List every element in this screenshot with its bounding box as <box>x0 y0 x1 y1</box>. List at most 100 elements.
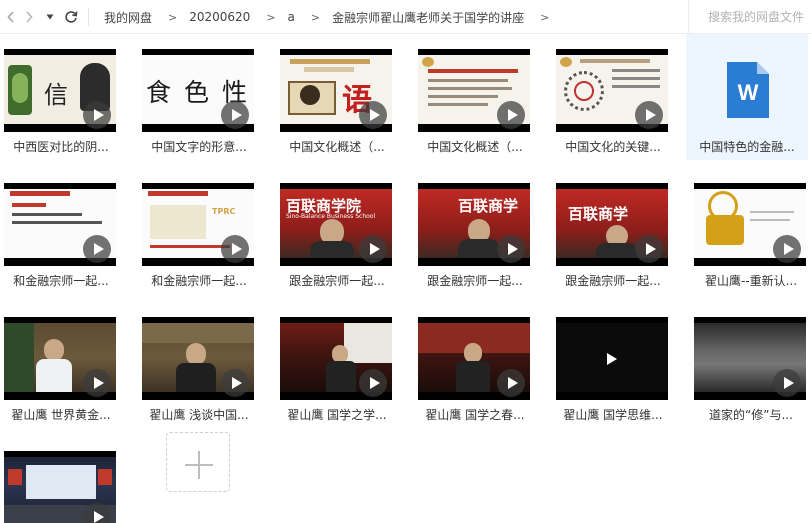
breadcrumb-separator: > <box>266 10 276 24</box>
video-thumbnail <box>556 317 668 400</box>
file-item[interactable]: 翟山鹰--重新认... <box>690 168 811 294</box>
file-item[interactable]: 翟山鹰 浅谈中国... <box>138 302 260 428</box>
play-icon <box>83 101 111 129</box>
back-button[interactable] <box>2 6 20 28</box>
video-thumbnail <box>142 317 254 400</box>
breadcrumb-separator: > <box>168 10 178 24</box>
upload-add-button[interactable] <box>166 432 230 492</box>
play-icon <box>635 101 663 129</box>
file-item[interactable]: 信 中西医对比的阴... <box>0 34 122 160</box>
file-name: 道家的“修”与... <box>709 408 793 422</box>
video-thumbnail <box>694 317 806 400</box>
forward-button[interactable] <box>22 6 36 28</box>
file-item[interactable]: 百联商学 跟金融宗师一起... <box>414 168 536 294</box>
file-item[interactable]: 百联商学 跟金融宗师一起... <box>552 168 674 294</box>
file-item[interactable]: 食 色 性 中国文字的形意... <box>138 34 260 160</box>
play-icon <box>497 369 525 397</box>
file-item[interactable]: 翟山鹰 国学之春... <box>414 302 536 428</box>
caret-down-icon <box>46 14 54 20</box>
toolbar: 我的网盘 > 20200620 > a > 金融宗师翟山鹰老师关于国学的讲座 > <box>0 0 811 34</box>
video-thumbnail <box>280 317 392 400</box>
video-thumbnail: 百联商学 <box>556 183 668 266</box>
thumb-char: 食 <box>146 78 172 107</box>
play-icon <box>497 235 525 263</box>
play-icon <box>359 101 387 129</box>
file-item[interactable]: TPRC 和金融宗师一起... <box>138 168 260 294</box>
toolbar-divider <box>88 8 89 26</box>
file-name: 翟山鹰--重新认... <box>704 274 798 288</box>
thumb-text: TPRC <box>212 207 236 216</box>
word-doc-icon: W <box>725 60 771 120</box>
video-thumbnail: TPRC <box>142 183 254 266</box>
play-icon <box>556 317 668 400</box>
file-name: 跟金融宗师一起... <box>289 274 385 288</box>
doc-letter: W <box>737 80 759 105</box>
thumb-sign: 百联商学 <box>568 205 629 223</box>
breadcrumb-separator: > <box>310 10 321 24</box>
file-item[interactable]: 中国文化的关键... <box>552 34 674 160</box>
file-name: 中国特色的金融... <box>699 140 795 154</box>
file-item[interactable]: 百联商学院 Sino-Balance Business School 跟金融宗师… <box>276 168 398 294</box>
file-name: 翟山鹰 国学之春... <box>425 408 525 422</box>
refresh-icon <box>64 10 78 24</box>
file-name: 中国文化的关键... <box>565 140 661 154</box>
file-item[interactable]: 和金融宗师一起... <box>0 168 122 294</box>
file-item[interactable]: 语 中国文化概述（... <box>276 34 398 160</box>
breadcrumb-item-current[interactable]: 金融宗师翟山鹰老师关于国学的讲座 <box>332 9 524 26</box>
video-thumbnail <box>418 49 530 132</box>
file-item[interactable]: 翟山鹰 世界黄金... <box>0 302 122 428</box>
file-item[interactable] <box>0 436 122 523</box>
video-thumbnail <box>556 49 668 132</box>
breadcrumb-item-date[interactable]: 20200620 <box>189 10 250 24</box>
play-icon <box>221 235 249 263</box>
play-icon <box>221 369 249 397</box>
thumb-char: 色 <box>184 78 210 107</box>
file-name: 中国文字的形意... <box>151 140 247 154</box>
file-name: 翟山鹰 浅谈中国... <box>149 408 249 422</box>
video-thumbnail: 信 <box>4 49 116 132</box>
refresh-button[interactable] <box>62 6 80 28</box>
video-thumbnail: 百联商学院 Sino-Balance Business School <box>280 183 392 266</box>
history-dropdown-button[interactable] <box>44 6 56 28</box>
play-icon <box>83 369 111 397</box>
video-thumbnail: 语 <box>280 49 392 132</box>
video-thumbnail <box>4 183 116 266</box>
breadcrumb-item-a[interactable]: a <box>288 10 295 24</box>
video-thumbnail <box>418 317 530 400</box>
video-thumbnail: 食 色 性 <box>142 49 254 132</box>
file-name: 中西医对比的阴... <box>13 140 109 154</box>
play-icon <box>359 369 387 397</box>
file-name: 翟山鹰 国学之学... <box>287 408 387 422</box>
breadcrumb-item-root[interactable]: 我的网盘 <box>104 9 152 26</box>
video-thumbnail <box>694 183 806 266</box>
file-name: 跟金融宗师一起... <box>427 274 523 288</box>
file-item[interactable]: 中国文化概述（... <box>414 34 536 160</box>
file-name: 翟山鹰 国学思维... <box>563 408 663 422</box>
thumb-char: 信 <box>44 81 68 109</box>
search-input[interactable] <box>706 9 811 25</box>
file-grid: 信 中西医对比的阴... 食 色 性 中国文字的形意... 语 中国文化概述（.… <box>0 34 811 523</box>
file-name: 和金融宗师一起... <box>13 274 109 288</box>
play-icon <box>83 235 111 263</box>
search-box <box>688 0 811 34</box>
play-icon <box>773 235 801 263</box>
play-icon <box>221 101 249 129</box>
breadcrumb: 我的网盘 > 20200620 > a > 金融宗师翟山鹰老师关于国学的讲座 > <box>104 0 561 34</box>
file-name: 翟山鹰 世界黄金... <box>11 408 111 422</box>
chevron-right-icon <box>25 11 33 23</box>
file-name: 和金融宗师一起... <box>151 274 247 288</box>
play-icon <box>497 101 525 129</box>
thumb-sign: 百联商学 <box>458 197 519 215</box>
file-item[interactable]: 翟山鹰 国学之学... <box>276 302 398 428</box>
chevron-left-icon <box>7 11 15 23</box>
play-icon <box>773 369 801 397</box>
file-item[interactable]: 道家的“修”与... <box>690 302 811 428</box>
file-item[interactable]: 翟山鹰 国学思维... <box>552 302 674 428</box>
video-thumbnail <box>4 317 116 400</box>
video-thumbnail: 百联商学 <box>418 183 530 266</box>
play-icon <box>83 503 111 523</box>
breadcrumb-separator: > <box>540 10 550 24</box>
play-icon <box>359 235 387 263</box>
file-name: 跟金融宗师一起... <box>565 274 661 288</box>
file-item[interactable]: W 中国特色的金融... <box>686 34 808 160</box>
